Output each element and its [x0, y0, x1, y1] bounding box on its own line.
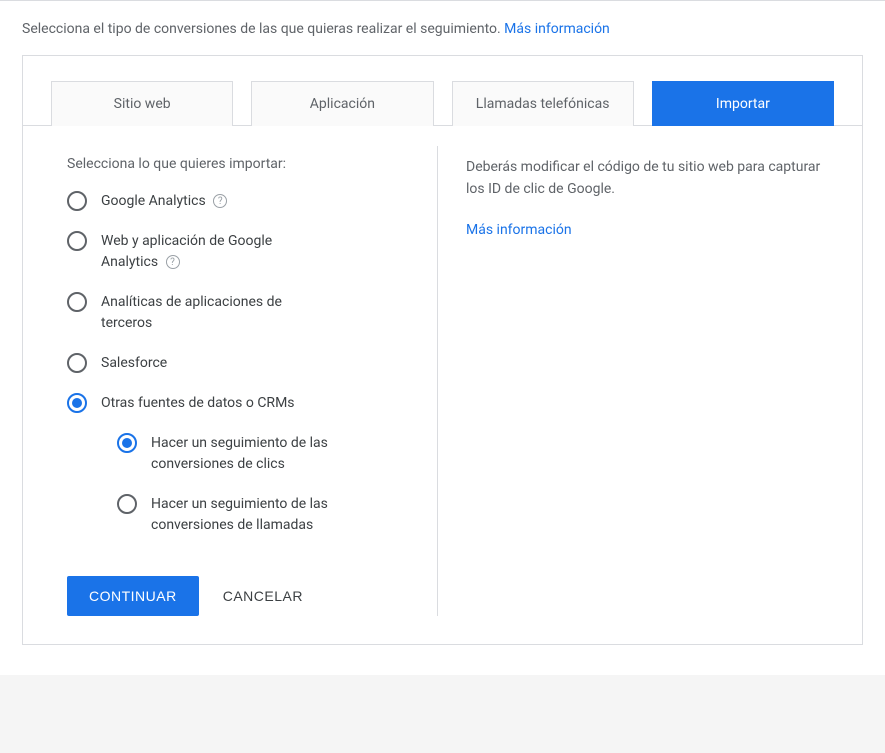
radio-track-click-conversions[interactable]: Hacer un seguimiento de las conversiones… — [117, 432, 417, 475]
radio-label: Analíticas de aplicaciones de terceros — [101, 291, 331, 334]
cancel-button[interactable]: CANCELAR — [217, 576, 309, 616]
tabs-row: Sitio web Aplicación Llamadas telefónica… — [23, 56, 862, 126]
radio-button[interactable] — [67, 231, 87, 251]
radio-list: Google Analytics ? Web y aplicación de G… — [67, 190, 417, 536]
tab-importar[interactable]: Importar — [652, 81, 834, 126]
radio-button[interactable] — [117, 433, 137, 453]
radio-label: Hacer un seguimiento de las conversiones… — [151, 432, 381, 475]
import-title: Selecciona lo que quieres importar: — [67, 156, 417, 172]
header-more-info-link[interactable]: Más información — [504, 21, 610, 37]
main-panel: Sitio web Aplicación Llamadas telefónica… — [22, 55, 863, 645]
tab-llamadas[interactable]: Llamadas telefónicas — [452, 81, 634, 126]
radio-salesforce[interactable]: Salesforce — [67, 352, 417, 374]
header-instruction: Selecciona el tipo de conversiones de la… — [22, 21, 863, 37]
import-options-column: Selecciona lo que quieres importar: Goog… — [67, 156, 437, 616]
button-row: CONTINUAR CANCELAR — [67, 536, 417, 616]
tab-sitio-web[interactable]: Sitio web — [51, 81, 233, 126]
radio-label: Otras fuentes de datos o CRMs — [101, 392, 295, 414]
radio-web-app-ga[interactable]: Web y aplicación de Google Analytics ? — [67, 230, 417, 273]
header-text: Selecciona el tipo de conversiones de la… — [22, 21, 504, 37]
radio-button[interactable] — [67, 191, 87, 211]
radio-button[interactable] — [67, 393, 87, 413]
radio-button[interactable] — [117, 494, 137, 514]
radio-third-party-analytics[interactable]: Analíticas de aplicaciones de terceros — [67, 291, 417, 334]
tab-aplicacion[interactable]: Aplicación — [251, 81, 433, 126]
help-icon[interactable]: ? — [166, 255, 180, 269]
conversion-type-panel: Selecciona el tipo de conversiones de la… — [0, 0, 885, 675]
info-text: Deberás modificar el código de tu sitio … — [466, 156, 834, 201]
radio-button[interactable] — [67, 353, 87, 373]
radio-label: Hacer un seguimiento de las conversiones… — [151, 493, 381, 536]
info-column: Deberás modificar el código de tu sitio … — [438, 156, 834, 616]
help-icon[interactable]: ? — [213, 194, 227, 208]
radio-label: Google Analytics ? — [101, 190, 227, 212]
radio-label: Salesforce — [101, 352, 167, 374]
radio-track-call-conversions[interactable]: Hacer un seguimiento de las conversiones… — [117, 493, 417, 536]
radio-label: Web y aplicación de Google Analytics ? — [101, 230, 331, 273]
info-more-link[interactable]: Más información — [466, 222, 572, 238]
content-area: Selecciona lo que quieres importar: Goog… — [23, 126, 862, 644]
continue-button[interactable]: CONTINUAR — [67, 576, 199, 616]
radio-button[interactable] — [67, 292, 87, 312]
radio-google-analytics[interactable]: Google Analytics ? — [67, 190, 417, 212]
radio-other-crm[interactable]: Otras fuentes de datos o CRMs — [67, 392, 417, 414]
